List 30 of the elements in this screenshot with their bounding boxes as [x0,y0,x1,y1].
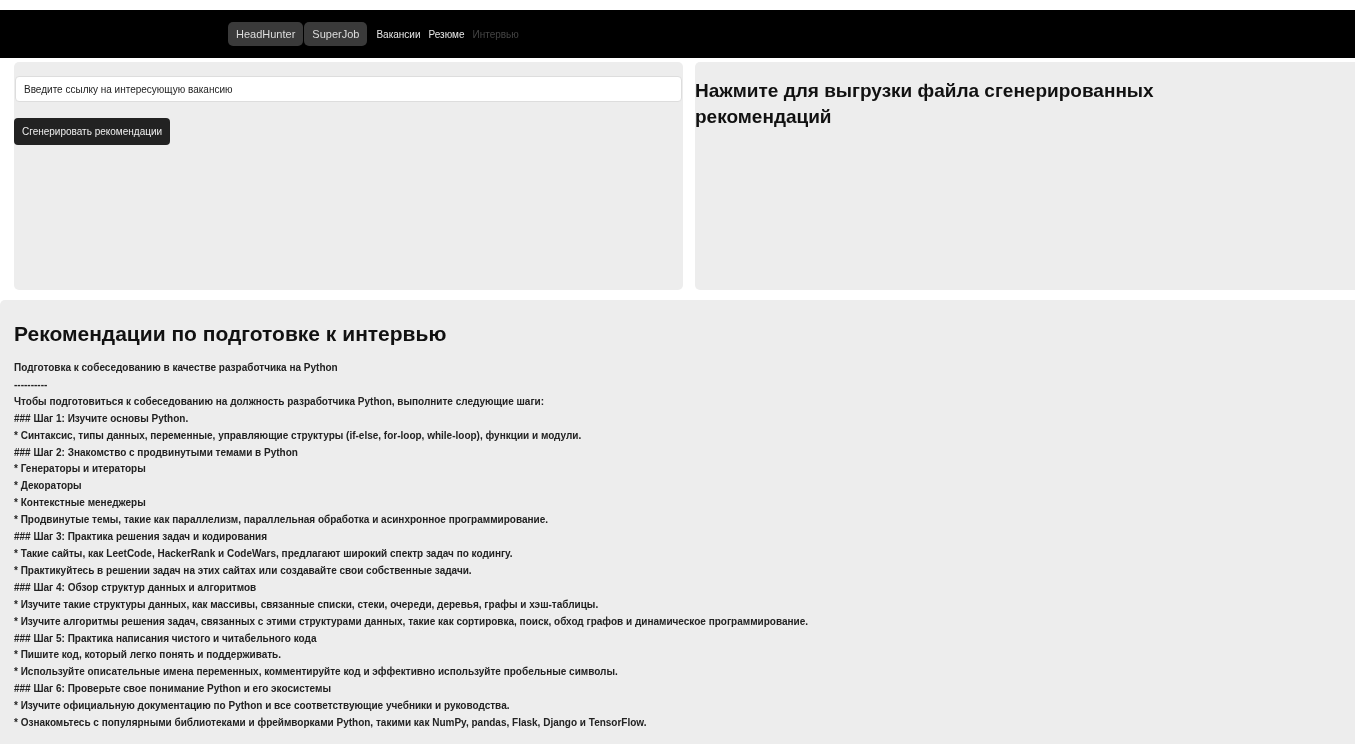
text-line: * Такие сайты, как LeetCode, HackerRank и CodeWars, предлагают широкий спектр задач по кодингу. [14,546,514,561]
download-link-heading[interactable]: Нажмите для выгрузки файла сгенерированных рекомендаций [695,78,1235,130]
text-line: ### Шаг 6: Проверьте свое понимание Python и его экосистемы [14,682,332,697]
nav-link[interactable]: Вакансии [376,28,421,40]
text-line: * Изучите алгоритмы решения задач, связанных с этими структурами данных, такие как сортировка, поиск, обход графов и динамическое программирование. [14,614,809,629]
text-line: ### Шаг 1: Изучите основы Python. [14,411,190,426]
text-line: * Контекстные менеджеры [14,496,147,511]
text-line: * Продвинутые темы, такие как параллелизм, параллельная обработка и асинхронное программирование. [14,513,550,528]
text-line: * Практикуйтесь в решении задач на этих сайтах или создавайте свои собственные задачи. [14,563,473,578]
text-line: * Изучите такие структуры данных, как массивы, связанные списки, стеки, очереди, деревья, графы и хэш-таблицы. [14,597,600,612]
text-line: ---------- [14,377,49,392]
text-line: * Синтаксис, типы данных, переменные, управляющие структуры (if-else, for-loop, while-loop), функции и модули. [14,428,583,443]
text-line: * Пишите код, который легко понять и поддерживать. [14,648,283,663]
text-line: * Генераторы и итераторы [14,462,147,477]
text-line: Чтобы подготовиться к собеседованию на должность разработчика Python, выполните следующие шаги: [14,394,546,409]
text-line: ### Шаг 3: Практика решения задач и кодирования [14,530,269,545]
text-line: ### Шаг 4: Обзор структур данных и алгоритмов [14,580,258,595]
source-tab[interactable]: SuperJob [304,22,368,46]
text-line: ### Шаг 2: Знакомство с продвинутыми темами в Python [14,445,299,460]
text-line: * Изучите официальную документацию по Python и все соответствующие учебники и руководства. [14,699,511,714]
vacancy-link-field[interactable]: Введите ссылку на интересующую вакансию [15,76,682,102]
text-line: * Используйте описательные имена переменных, комментируйте код и эффективно используйте пробельные символы. [14,665,619,680]
text-line: Подготовка к собеседованию в качестве разработчика на Python [14,361,339,375]
generate-button[interactable]: Сгенерировать рекомендации [14,118,171,145]
text-line: ### Шаг 5: Практика написания чистого и читабельного кода [14,631,318,646]
text-line: * Ознакомьтесь с популярными библиотеками и фреймворками Python, такими как NumPy, pandas, Flask, Django и TensorFlow. [14,716,648,731]
source-tab[interactable]: HeadHunter [228,22,304,46]
text-line: * Декораторы [14,479,83,494]
recommendations-heading: Рекомендации по подготовке к интервью [14,322,448,346]
nav-link[interactable]: Резюме [428,28,465,40]
